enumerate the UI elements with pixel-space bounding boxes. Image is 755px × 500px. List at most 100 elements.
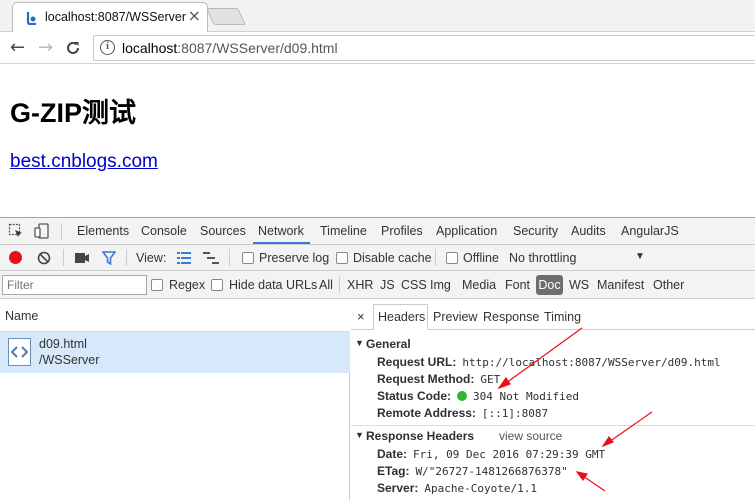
remote-address-value: [::1]:8087 xyxy=(481,407,549,420)
request-method-row: Request Method: GET xyxy=(377,372,500,386)
camera-icon[interactable] xyxy=(75,253,89,263)
remote-address-key: Remote Address: xyxy=(377,406,476,420)
request-url-row: Request URL: http://localhost:8087/WSServ… xyxy=(377,355,721,369)
address-host: localhost xyxy=(122,40,178,56)
chevron-down-icon[interactable]: ▼ xyxy=(635,251,645,262)
back-arrow-icon[interactable]: ← xyxy=(10,36,25,60)
type-filter-manifest[interactable]: Manifest xyxy=(597,278,644,292)
forward-arrow-icon[interactable]: → xyxy=(38,36,53,60)
type-filter-font[interactable]: Font xyxy=(505,278,530,292)
view-source-link[interactable]: view source xyxy=(499,429,562,443)
status-code-key: Status Code: xyxy=(377,389,452,403)
request-detail-pane: × Headers Preview Response Timing ▼ Gene… xyxy=(351,299,755,500)
toolbar-divider xyxy=(63,249,64,266)
tab-headers[interactable]: Headers xyxy=(378,310,425,324)
name-column-header[interactable]: Name xyxy=(0,299,350,332)
type-filter-media[interactable]: Media xyxy=(462,278,496,292)
browser-tab-active[interactable]: localhost:8087/WSServer × xyxy=(12,2,208,32)
tab-title: localhost:8087/WSServer xyxy=(45,10,187,24)
name-header-label: Name xyxy=(5,309,39,323)
browser-tab-strip: localhost:8087/WSServer × xyxy=(0,0,755,32)
tab-network[interactable]: Network xyxy=(258,224,304,238)
regex-checkbox[interactable] xyxy=(151,279,163,291)
tab-close-icon[interactable]: × xyxy=(188,8,201,24)
toolbar-divider xyxy=(229,249,230,266)
type-filter-ws[interactable]: WS xyxy=(569,278,589,292)
tab-application[interactable]: Application xyxy=(436,224,497,238)
collapse-triangle-icon[interactable]: ▼ xyxy=(355,338,364,348)
document-file-icon xyxy=(8,338,31,366)
tab-security[interactable]: Security xyxy=(513,224,558,238)
etag-key: ETag: xyxy=(377,464,410,478)
page-favicon-icon xyxy=(26,12,36,25)
address-path: :8087/WSServer/d09.html xyxy=(177,40,338,56)
request-method-value: GET xyxy=(480,373,501,386)
type-filter-img[interactable]: Img xyxy=(430,278,451,292)
site-info-icon[interactable]: i xyxy=(100,40,115,55)
network-toolbar: View: Preserve log Disable cache Offline… xyxy=(0,245,755,271)
toolbar-divider xyxy=(126,249,127,266)
request-url-key: Request URL: xyxy=(377,355,457,369)
general-section-title[interactable]: General xyxy=(366,337,411,351)
devtools-tab-bar: Elements Console Sources Network Timelin… xyxy=(0,218,755,245)
address-url: localhost:8087/WSServer/d09.html xyxy=(122,40,338,56)
type-filter-all[interactable]: All xyxy=(319,278,333,292)
tab-timeline[interactable]: Timeline xyxy=(320,224,367,238)
close-icon[interactable]: × xyxy=(357,309,365,324)
address-bar[interactable]: i localhost:8087/WSServer/d09.html xyxy=(93,35,755,61)
request-list: Name d09.html /WSServer xyxy=(0,299,350,500)
type-filter-other[interactable]: Other xyxy=(653,278,684,292)
preserve-log-label: Preserve log xyxy=(259,251,330,265)
reload-icon[interactable] xyxy=(65,40,81,56)
new-tab-button[interactable] xyxy=(206,8,246,25)
throttling-select[interactable]: No throttling xyxy=(509,251,576,265)
server-row: Server: Apache-Coyote/1.1 xyxy=(377,481,537,495)
tab-sources[interactable]: Sources xyxy=(200,224,246,238)
request-path: /WSServer xyxy=(39,353,100,367)
offline-checkbox[interactable] xyxy=(446,252,458,264)
date-key: Date: xyxy=(377,447,408,461)
tab-response[interactable]: Response xyxy=(483,310,539,324)
large-rows-icon[interactable] xyxy=(177,252,191,264)
collapse-triangle-icon[interactable]: ▼ xyxy=(355,430,364,440)
tab-angularjs[interactable]: AngularJS xyxy=(621,224,679,238)
offline-label: Offline xyxy=(463,251,499,265)
status-code-row: Status Code: 304 Not Modified xyxy=(377,389,579,403)
table-row[interactable]: d09.html /WSServer xyxy=(0,332,350,373)
selected-tab-indicator xyxy=(253,242,310,244)
regex-label: Regex xyxy=(169,278,206,292)
record-icon[interactable] xyxy=(9,251,22,264)
tab-console[interactable]: Console xyxy=(141,224,187,238)
disable-cache-checkbox[interactable] xyxy=(336,252,348,264)
network-filter-bar: Regex Hide data URLs All XHR JS CSS Img … xyxy=(0,271,755,299)
request-method-key: Request Method: xyxy=(377,372,475,386)
type-filter-css[interactable]: CSS xyxy=(401,278,427,292)
tab-elements[interactable]: Elements xyxy=(77,224,129,238)
device-toggle-icon[interactable] xyxy=(34,223,50,239)
section-divider xyxy=(351,425,755,426)
waterfall-icon[interactable] xyxy=(203,252,219,264)
filter-input[interactable] xyxy=(2,275,147,295)
preserve-log-checkbox[interactable] xyxy=(242,252,254,264)
tab-audits[interactable]: Audits xyxy=(571,224,606,238)
response-headers-section-title[interactable]: Response Headers xyxy=(366,429,474,443)
request-name: d09.html xyxy=(39,337,87,351)
toolbar-divider xyxy=(435,249,436,266)
type-filter-xhr[interactable]: XHR xyxy=(347,278,373,292)
hide-data-urls-checkbox[interactable] xyxy=(211,279,223,291)
inspect-element-icon[interactable] xyxy=(8,223,24,239)
tab-profiles[interactable]: Profiles xyxy=(381,224,423,238)
etag-row: ETag: W/"26727-1481266876378" xyxy=(377,464,568,478)
toolbar-divider xyxy=(339,276,340,293)
tab-preview[interactable]: Preview xyxy=(433,310,477,324)
filter-funnel-icon[interactable] xyxy=(102,251,116,265)
server-key: Server: xyxy=(377,481,419,495)
page-link[interactable]: best.cnblogs.com xyxy=(10,151,158,173)
type-filter-doc[interactable]: Doc xyxy=(536,275,563,295)
tab-timing[interactable]: Timing xyxy=(544,310,581,324)
toolbar-divider xyxy=(61,223,62,240)
type-filter-js[interactable]: JS xyxy=(380,278,395,292)
browser-toolbar: ← → i localhost:8087/WSServer/d09.html xyxy=(0,32,755,64)
clear-icon[interactable] xyxy=(37,251,51,265)
disable-cache-label: Disable cache xyxy=(353,251,432,265)
